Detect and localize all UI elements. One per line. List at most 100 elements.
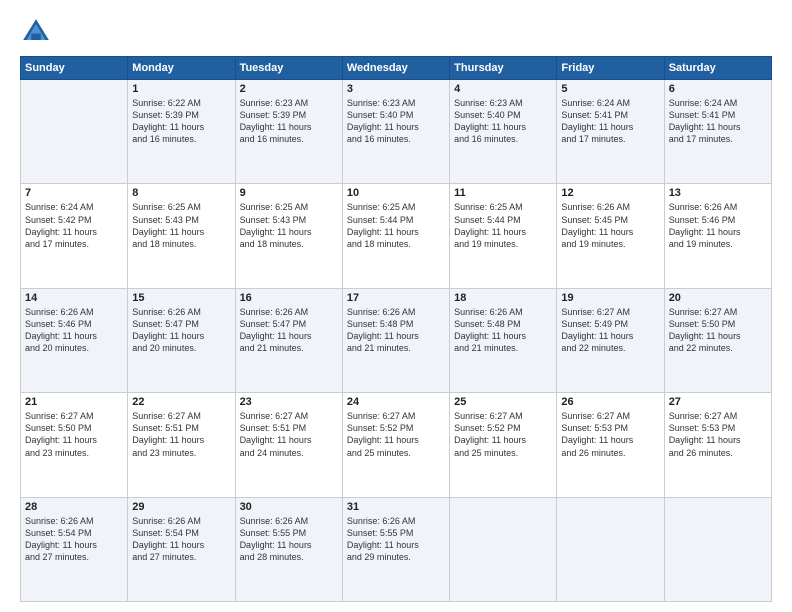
calendar-cell: 18 Sunrise: 6:26 AM Sunset: 5:48 PM Dayli… bbox=[450, 288, 557, 392]
day-number: 30 bbox=[240, 501, 338, 513]
calendar-week-row: 1Sunrise: 6:22 AM Sunset: 5:39 PM Daylig… bbox=[21, 80, 772, 184]
day-info: Sunrise: 6:23 AM Sunset: 5:39 PM Dayligh… bbox=[240, 97, 338, 146]
calendar-cell: 12Sunrise: 6:26 AM Sunset: 5:45 PM Dayli… bbox=[557, 184, 664, 288]
day-number: 6 bbox=[669, 83, 767, 95]
calendar-cell: 15Sunrise: 6:26 AM Sunset: 5:47 PM Dayli… bbox=[128, 288, 235, 392]
calendar-cell: 17 Sunrise: 6:26 AM Sunset: 5:48 PM Dayli… bbox=[342, 288, 449, 392]
calendar-cell: 8Sunrise: 6:25 AM Sunset: 5:43 PM Daylig… bbox=[128, 184, 235, 288]
calendar-cell: 7 Sunrise: 6:24 AM Sunset: 5:42 PM Daylig… bbox=[21, 184, 128, 288]
calendar-cell: 14Sunrise: 6:26 AM Sunset: 5:46 PM Dayli… bbox=[21, 288, 128, 392]
day-number: 4 bbox=[454, 83, 552, 95]
calendar-cell: 21 Sunrise: 6:27 AM Sunset: 5:50 PM Dayli… bbox=[21, 393, 128, 497]
calendar-cell: 3 Sunrise: 6:23 AM Sunset: 5:40 PM Daylig… bbox=[342, 80, 449, 184]
calendar-cell: 10 Sunrise: 6:25 AM Sunset: 5:44 PM Dayli… bbox=[342, 184, 449, 288]
calendar-cell: 19 Sunrise: 6:27 AM Sunset: 5:49 PM Dayli… bbox=[557, 288, 664, 392]
calendar-cell: 26 Sunrise: 6:27 AM Sunset: 5:53 PM Dayli… bbox=[557, 393, 664, 497]
day-info: Sunrise: 6:27 AM Sunset: 5:53 PM Dayligh… bbox=[561, 410, 659, 459]
calendar-week-row: 14Sunrise: 6:26 AM Sunset: 5:46 PM Dayli… bbox=[21, 288, 772, 392]
calendar-cell: 30 Sunrise: 6:26 AM Sunset: 5:55 PM Dayli… bbox=[235, 497, 342, 601]
day-number: 5 bbox=[561, 83, 659, 95]
day-number: 26 bbox=[561, 396, 659, 408]
day-number: 23 bbox=[240, 396, 338, 408]
day-info: Sunrise: 6:27 AM Sunset: 5:50 PM Dayligh… bbox=[669, 306, 767, 355]
calendar-cell: 25Sunrise: 6:27 AM Sunset: 5:52 PM Dayli… bbox=[450, 393, 557, 497]
day-info: Sunrise: 6:24 AM Sunset: 5:41 PM Dayligh… bbox=[669, 97, 767, 146]
day-number: 22 bbox=[132, 396, 230, 408]
day-info: Sunrise: 6:25 AM Sunset: 5:43 PM Dayligh… bbox=[132, 201, 230, 250]
day-info: Sunrise: 6:26 AM Sunset: 5:55 PM Dayligh… bbox=[347, 515, 445, 564]
calendar-cell: 4 Sunrise: 6:23 AM Sunset: 5:40 PM Daylig… bbox=[450, 80, 557, 184]
header-day: Thursday bbox=[450, 57, 557, 80]
day-info: Sunrise: 6:25 AM Sunset: 5:44 PM Dayligh… bbox=[454, 201, 552, 250]
day-info: Sunrise: 6:26 AM Sunset: 5:47 PM Dayligh… bbox=[240, 306, 338, 355]
logo bbox=[20, 16, 56, 48]
calendar-cell bbox=[664, 497, 771, 601]
day-info: Sunrise: 6:25 AM Sunset: 5:43 PM Dayligh… bbox=[240, 201, 338, 250]
day-info: Sunrise: 6:24 AM Sunset: 5:42 PM Dayligh… bbox=[25, 201, 123, 250]
header-day: Saturday bbox=[664, 57, 771, 80]
day-info: Sunrise: 6:23 AM Sunset: 5:40 PM Dayligh… bbox=[347, 97, 445, 146]
day-info: Sunrise: 6:26 AM Sunset: 5:46 PM Dayligh… bbox=[669, 201, 767, 250]
day-number: 29 bbox=[132, 501, 230, 513]
header-day: Monday bbox=[128, 57, 235, 80]
day-number: 25 bbox=[454, 396, 552, 408]
day-info: Sunrise: 6:27 AM Sunset: 5:50 PM Dayligh… bbox=[25, 410, 123, 459]
day-info: Sunrise: 6:23 AM Sunset: 5:40 PM Dayligh… bbox=[454, 97, 552, 146]
header-row: SundayMondayTuesdayWednesdayThursdayFrid… bbox=[21, 57, 772, 80]
calendar-cell: 31 Sunrise: 6:26 AM Sunset: 5:55 PM Dayli… bbox=[342, 497, 449, 601]
day-number: 2 bbox=[240, 83, 338, 95]
day-info: Sunrise: 6:26 AM Sunset: 5:48 PM Dayligh… bbox=[454, 306, 552, 355]
calendar-cell: 24Sunrise: 6:27 AM Sunset: 5:52 PM Dayli… bbox=[342, 393, 449, 497]
calendar-cell: 28 Sunrise: 6:26 AM Sunset: 5:54 PM Dayli… bbox=[21, 497, 128, 601]
calendar-cell: 11 Sunrise: 6:25 AM Sunset: 5:44 PM Dayli… bbox=[450, 184, 557, 288]
day-info: Sunrise: 6:26 AM Sunset: 5:55 PM Dayligh… bbox=[240, 515, 338, 564]
day-info: Sunrise: 6:26 AM Sunset: 5:48 PM Dayligh… bbox=[347, 306, 445, 355]
calendar-table: SundayMondayTuesdayWednesdayThursdayFrid… bbox=[20, 56, 772, 602]
header-day: Sunday bbox=[21, 57, 128, 80]
day-info: Sunrise: 6:27 AM Sunset: 5:49 PM Dayligh… bbox=[561, 306, 659, 355]
day-info: Sunrise: 6:26 AM Sunset: 5:45 PM Dayligh… bbox=[561, 201, 659, 250]
day-number: 20 bbox=[669, 292, 767, 304]
day-info: Sunrise: 6:27 AM Sunset: 5:51 PM Dayligh… bbox=[240, 410, 338, 459]
day-number: 27 bbox=[669, 396, 767, 408]
calendar-week-row: 7 Sunrise: 6:24 AM Sunset: 5:42 PM Daylig… bbox=[21, 184, 772, 288]
day-number: 3 bbox=[347, 83, 445, 95]
header-day: Tuesday bbox=[235, 57, 342, 80]
day-number: 11 bbox=[454, 187, 552, 199]
calendar-week-row: 28 Sunrise: 6:26 AM Sunset: 5:54 PM Dayli… bbox=[21, 497, 772, 601]
page: SundayMondayTuesdayWednesdayThursdayFrid… bbox=[0, 0, 792, 612]
day-number: 18 bbox=[454, 292, 552, 304]
day-number: 19 bbox=[561, 292, 659, 304]
day-info: Sunrise: 6:26 AM Sunset: 5:54 PM Dayligh… bbox=[25, 515, 123, 564]
day-number: 28 bbox=[25, 501, 123, 513]
calendar-cell bbox=[450, 497, 557, 601]
header bbox=[20, 16, 772, 48]
day-number: 17 bbox=[347, 292, 445, 304]
calendar-cell: 6 Sunrise: 6:24 AM Sunset: 5:41 PM Daylig… bbox=[664, 80, 771, 184]
day-info: Sunrise: 6:25 AM Sunset: 5:44 PM Dayligh… bbox=[347, 201, 445, 250]
day-info: Sunrise: 6:27 AM Sunset: 5:52 PM Dayligh… bbox=[347, 410, 445, 459]
day-number: 10 bbox=[347, 187, 445, 199]
calendar-cell: 20 Sunrise: 6:27 AM Sunset: 5:50 PM Dayli… bbox=[664, 288, 771, 392]
calendar-cell: 22Sunrise: 6:27 AM Sunset: 5:51 PM Dayli… bbox=[128, 393, 235, 497]
day-info: Sunrise: 6:27 AM Sunset: 5:53 PM Dayligh… bbox=[669, 410, 767, 459]
day-number: 1 bbox=[132, 83, 230, 95]
day-number: 9 bbox=[240, 187, 338, 199]
day-number: 7 bbox=[25, 187, 123, 199]
calendar-week-row: 21 Sunrise: 6:27 AM Sunset: 5:50 PM Dayli… bbox=[21, 393, 772, 497]
day-info: Sunrise: 6:26 AM Sunset: 5:46 PM Dayligh… bbox=[25, 306, 123, 355]
calendar-cell: 13Sunrise: 6:26 AM Sunset: 5:46 PM Dayli… bbox=[664, 184, 771, 288]
day-info: Sunrise: 6:24 AM Sunset: 5:41 PM Dayligh… bbox=[561, 97, 659, 146]
day-number: 16 bbox=[240, 292, 338, 304]
calendar-cell: 1Sunrise: 6:22 AM Sunset: 5:39 PM Daylig… bbox=[128, 80, 235, 184]
calendar-cell: 2 Sunrise: 6:23 AM Sunset: 5:39 PM Daylig… bbox=[235, 80, 342, 184]
day-number: 31 bbox=[347, 501, 445, 513]
day-number: 21 bbox=[25, 396, 123, 408]
calendar-cell bbox=[21, 80, 128, 184]
header-day: Friday bbox=[557, 57, 664, 80]
calendar-cell bbox=[557, 497, 664, 601]
logo-icon bbox=[20, 16, 52, 48]
calendar-cell: 5 Sunrise: 6:24 AM Sunset: 5:41 PM Daylig… bbox=[557, 80, 664, 184]
calendar-cell: 27 Sunrise: 6:27 AM Sunset: 5:53 PM Dayli… bbox=[664, 393, 771, 497]
calendar-cell: 23 Sunrise: 6:27 AM Sunset: 5:51 PM Dayli… bbox=[235, 393, 342, 497]
